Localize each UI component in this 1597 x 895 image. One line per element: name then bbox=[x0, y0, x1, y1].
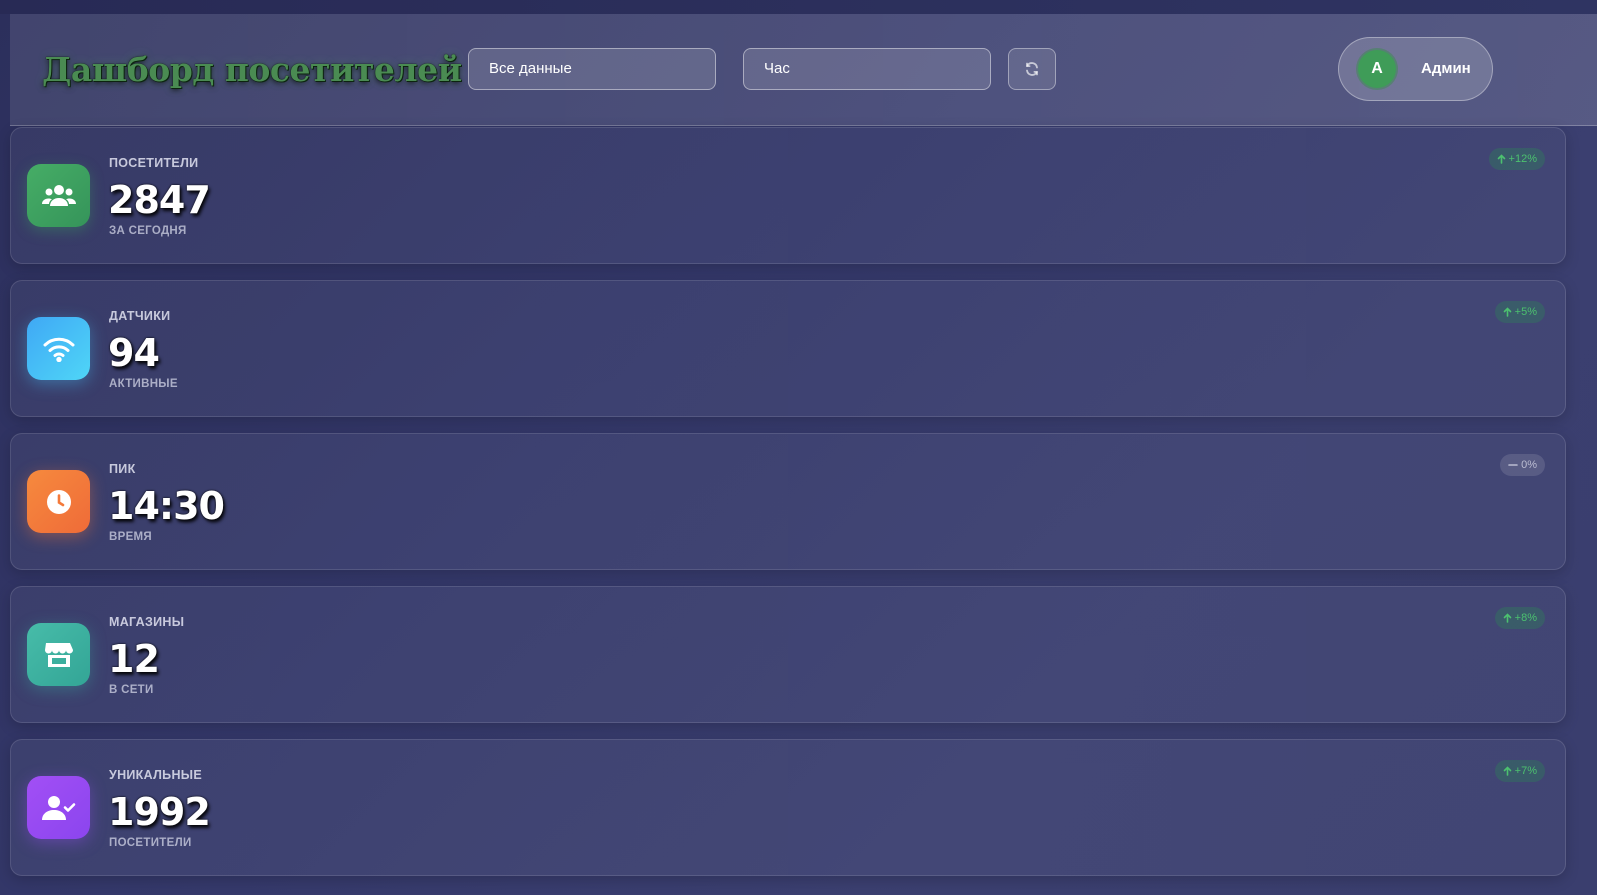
user-name: Админ bbox=[1421, 60, 1471, 77]
card-subtitle: ВРЕМЯ bbox=[109, 531, 152, 543]
stat-card-peak: ПИК 14:30 ВРЕМЯ 0% bbox=[10, 433, 1566, 570]
user-menu[interactable]: A Админ bbox=[1338, 37, 1493, 101]
card-subtitle: АКТИВНЫЕ bbox=[109, 378, 178, 390]
period-select[interactable]: Час bbox=[743, 48, 991, 90]
top-edge bbox=[0, 0, 1597, 14]
header-bar: Дашборд посетителей Все данные Час A Адм… bbox=[10, 14, 1597, 126]
user-check-icon bbox=[27, 776, 90, 839]
trend-value: +12% bbox=[1508, 153, 1537, 165]
minus-icon bbox=[1508, 464, 1518, 466]
trend-value: +7% bbox=[1514, 765, 1537, 777]
page-title: Дашборд посетителей bbox=[42, 50, 462, 89]
card-label: ПИК bbox=[109, 462, 136, 476]
wifi-icon bbox=[27, 317, 90, 380]
arrow-up-icon bbox=[1497, 154, 1505, 164]
card-subtitle: ПОСЕТИТЕЛИ bbox=[109, 837, 192, 849]
store-icon bbox=[27, 623, 90, 686]
card-value: 14:30 bbox=[108, 484, 225, 528]
refresh-button[interactable] bbox=[1008, 48, 1056, 90]
stat-card-sensors: ДАТЧИКИ 94 АКТИВНЫЕ +5% bbox=[10, 280, 1566, 417]
card-label: ПОСЕТИТЕЛИ bbox=[109, 156, 199, 170]
trend-value: +8% bbox=[1514, 612, 1537, 624]
stat-card-visitors: ПОСЕТИТЕЛИ 2847 ЗА СЕГОДНЯ +12% bbox=[10, 127, 1566, 264]
card-value: 1992 bbox=[108, 790, 211, 834]
avatar: A bbox=[1358, 50, 1396, 88]
trend-badge: +12% bbox=[1488, 148, 1545, 170]
card-label: ДАТЧИКИ bbox=[109, 309, 171, 323]
refresh-icon bbox=[1026, 62, 1038, 76]
stat-card-stores: МАГАЗИНЫ 12 В СЕТИ +8% bbox=[10, 586, 1566, 723]
trend-value: 0% bbox=[1521, 459, 1537, 471]
arrow-up-icon bbox=[1503, 766, 1511, 776]
card-value: 2847 bbox=[108, 178, 211, 222]
card-subtitle: ЗА СЕГОДНЯ bbox=[109, 225, 187, 237]
card-label: УНИКАЛЬНЫЕ bbox=[109, 768, 202, 782]
stat-card-unique: УНИКАЛЬНЫЕ 1992 ПОСЕТИТЕЛИ +7% bbox=[10, 739, 1566, 876]
clock-icon bbox=[27, 470, 90, 533]
card-subtitle: В СЕТИ bbox=[109, 684, 154, 696]
arrow-up-icon bbox=[1503, 613, 1511, 623]
data-filter-select[interactable]: Все данные bbox=[468, 48, 716, 90]
users-icon bbox=[27, 164, 90, 227]
trend-badge: +5% bbox=[1494, 301, 1545, 323]
trend-badge: 0% bbox=[1500, 454, 1545, 476]
card-value: 94 bbox=[108, 331, 160, 375]
card-value: 12 bbox=[108, 637, 160, 681]
trend-value: +5% bbox=[1514, 306, 1537, 318]
trend-badge: +7% bbox=[1494, 760, 1545, 782]
card-label: МАГАЗИНЫ bbox=[109, 615, 185, 629]
arrow-up-icon bbox=[1503, 307, 1511, 317]
trend-badge: +8% bbox=[1494, 607, 1545, 629]
